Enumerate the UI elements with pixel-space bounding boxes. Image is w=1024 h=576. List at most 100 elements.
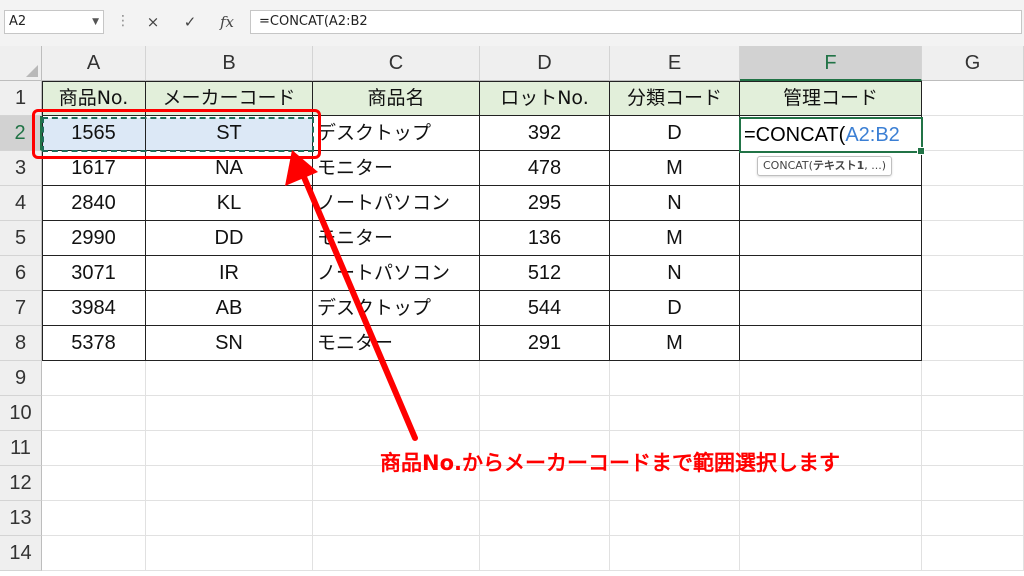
- chevron-down-icon[interactable]: ▼: [92, 11, 99, 33]
- empty-cell[interactable]: [922, 326, 1024, 361]
- empty-cell[interactable]: [922, 186, 1024, 221]
- table-cell-maker-code[interactable]: IR: [146, 256, 313, 291]
- active-cell-f2[interactable]: =CONCAT(A2:B2: [739, 117, 925, 155]
- row-header-10[interactable]: 10: [0, 396, 42, 431]
- empty-cell[interactable]: [480, 501, 610, 536]
- table-cell-category-code[interactable]: D: [610, 291, 740, 326]
- table-cell-product-no[interactable]: 3984: [42, 291, 146, 326]
- header-cell-lot-no[interactable]: ロットNo.: [480, 81, 610, 116]
- table-cell-product-name[interactable]: デスクトップ: [313, 291, 480, 326]
- empty-cell[interactable]: [146, 466, 313, 501]
- row-header-9[interactable]: 9: [0, 361, 42, 396]
- empty-cell[interactable]: [740, 396, 922, 431]
- table-cell-maker-code[interactable]: NA: [146, 151, 313, 186]
- empty-cell[interactable]: [922, 221, 1024, 256]
- table-cell-category-code[interactable]: N: [610, 256, 740, 291]
- empty-cell[interactable]: [313, 396, 480, 431]
- row-header-7[interactable]: 7: [0, 291, 42, 326]
- empty-cell[interactable]: [42, 361, 146, 396]
- empty-cell[interactable]: [610, 361, 740, 396]
- empty-cell[interactable]: [922, 291, 1024, 326]
- more-options-icon[interactable]: ⋮: [116, 13, 130, 29]
- table-cell-product-no[interactable]: 5378: [42, 326, 146, 361]
- empty-cell[interactable]: [42, 501, 146, 536]
- empty-cell[interactable]: [922, 466, 1024, 501]
- empty-cell[interactable]: [610, 501, 740, 536]
- table-cell-management-code[interactable]: [740, 291, 922, 326]
- select-all-corner[interactable]: [0, 46, 42, 81]
- empty-cell[interactable]: [42, 466, 146, 501]
- table-cell-category-code[interactable]: M: [610, 326, 740, 361]
- table-cell-lot-no[interactable]: 512: [480, 256, 610, 291]
- empty-cell[interactable]: [480, 361, 610, 396]
- name-box[interactable]: A2 ▼: [4, 10, 104, 34]
- table-cell-product-no[interactable]: 1617: [42, 151, 146, 186]
- table-cell-category-code[interactable]: D: [610, 116, 740, 151]
- empty-cell[interactable]: [922, 431, 1024, 466]
- worksheet-grid[interactable]: A B C D E F G 1 2 3 4 5 6 7 8 9 10 11 12…: [0, 46, 1024, 576]
- header-cell-product-name[interactable]: 商品名: [313, 81, 480, 116]
- table-cell-lot-no[interactable]: 295: [480, 186, 610, 221]
- empty-cell[interactable]: [922, 256, 1024, 291]
- empty-cell[interactable]: [922, 501, 1024, 536]
- empty-cell[interactable]: [922, 361, 1024, 396]
- header-cell-maker-code[interactable]: メーカーコード: [146, 81, 313, 116]
- cancel-icon[interactable]: ×: [141, 11, 165, 33]
- column-header-e[interactable]: E: [610, 46, 740, 81]
- row-header-13[interactable]: 13: [0, 501, 42, 536]
- column-header-f[interactable]: F: [740, 46, 922, 81]
- empty-cell[interactable]: [740, 536, 922, 571]
- row-header-14[interactable]: 14: [0, 536, 42, 571]
- empty-cell[interactable]: [480, 536, 610, 571]
- table-cell-product-no[interactable]: 1565: [42, 116, 146, 151]
- table-cell-management-code[interactable]: [740, 326, 922, 361]
- table-cell-management-code[interactable]: [740, 186, 922, 221]
- table-cell-product-name[interactable]: ノートパソコン: [313, 256, 480, 291]
- row-header-1[interactable]: 1: [0, 81, 42, 116]
- empty-cell[interactable]: [740, 361, 922, 396]
- row-header-2[interactable]: 2: [0, 116, 42, 151]
- header-cell-category-code[interactable]: 分類コード: [610, 81, 740, 116]
- table-cell-maker-code[interactable]: SN: [146, 326, 313, 361]
- column-header-g[interactable]: G: [922, 46, 1024, 81]
- table-cell-maker-code[interactable]: ST: [146, 116, 313, 151]
- table-cell-product-no[interactable]: 3071: [42, 256, 146, 291]
- row-header-8[interactable]: 8: [0, 326, 42, 361]
- table-cell-category-code[interactable]: M: [610, 221, 740, 256]
- empty-cell[interactable]: [922, 396, 1024, 431]
- column-header-c[interactable]: C: [313, 46, 480, 81]
- table-cell-product-name[interactable]: ノートパソコン: [313, 186, 480, 221]
- empty-cell[interactable]: [922, 151, 1024, 186]
- row-header-11[interactable]: 11: [0, 431, 42, 466]
- empty-cell[interactable]: [313, 536, 480, 571]
- row-header-4[interactable]: 4: [0, 186, 42, 221]
- table-cell-product-no[interactable]: 2990: [42, 221, 146, 256]
- table-cell-maker-code[interactable]: AB: [146, 291, 313, 326]
- empty-cell[interactable]: [610, 536, 740, 571]
- insert-function-icon[interactable]: fx: [215, 11, 239, 33]
- empty-cell[interactable]: [146, 536, 313, 571]
- empty-cell[interactable]: [146, 361, 313, 396]
- formula-input[interactable]: =CONCAT(A2:B2: [250, 10, 1022, 34]
- header-cell-product-no[interactable]: 商品No.: [42, 81, 146, 116]
- table-cell-product-name[interactable]: モニター: [313, 326, 480, 361]
- table-cell-category-code[interactable]: N: [610, 186, 740, 221]
- empty-cell[interactable]: [42, 536, 146, 571]
- table-cell-product-name[interactable]: モニター: [313, 151, 480, 186]
- table-cell-maker-code[interactable]: DD: [146, 221, 313, 256]
- table-cell-product-name[interactable]: デスクトップ: [313, 116, 480, 151]
- empty-cell[interactable]: [146, 501, 313, 536]
- empty-cell[interactable]: [922, 536, 1024, 571]
- empty-cell[interactable]: [42, 396, 146, 431]
- table-cell-lot-no[interactable]: 392: [480, 116, 610, 151]
- empty-cell[interactable]: [480, 396, 610, 431]
- row-header-6[interactable]: 6: [0, 256, 42, 291]
- empty-cell[interactable]: [146, 431, 313, 466]
- empty-cell[interactable]: [740, 501, 922, 536]
- enter-check-icon[interactable]: ✓: [178, 11, 202, 33]
- empty-cell[interactable]: [922, 116, 1024, 151]
- row-header-12[interactable]: 12: [0, 466, 42, 501]
- table-cell-product-name[interactable]: モニター: [313, 221, 480, 256]
- table-cell-management-code[interactable]: [740, 256, 922, 291]
- column-header-d[interactable]: D: [480, 46, 610, 81]
